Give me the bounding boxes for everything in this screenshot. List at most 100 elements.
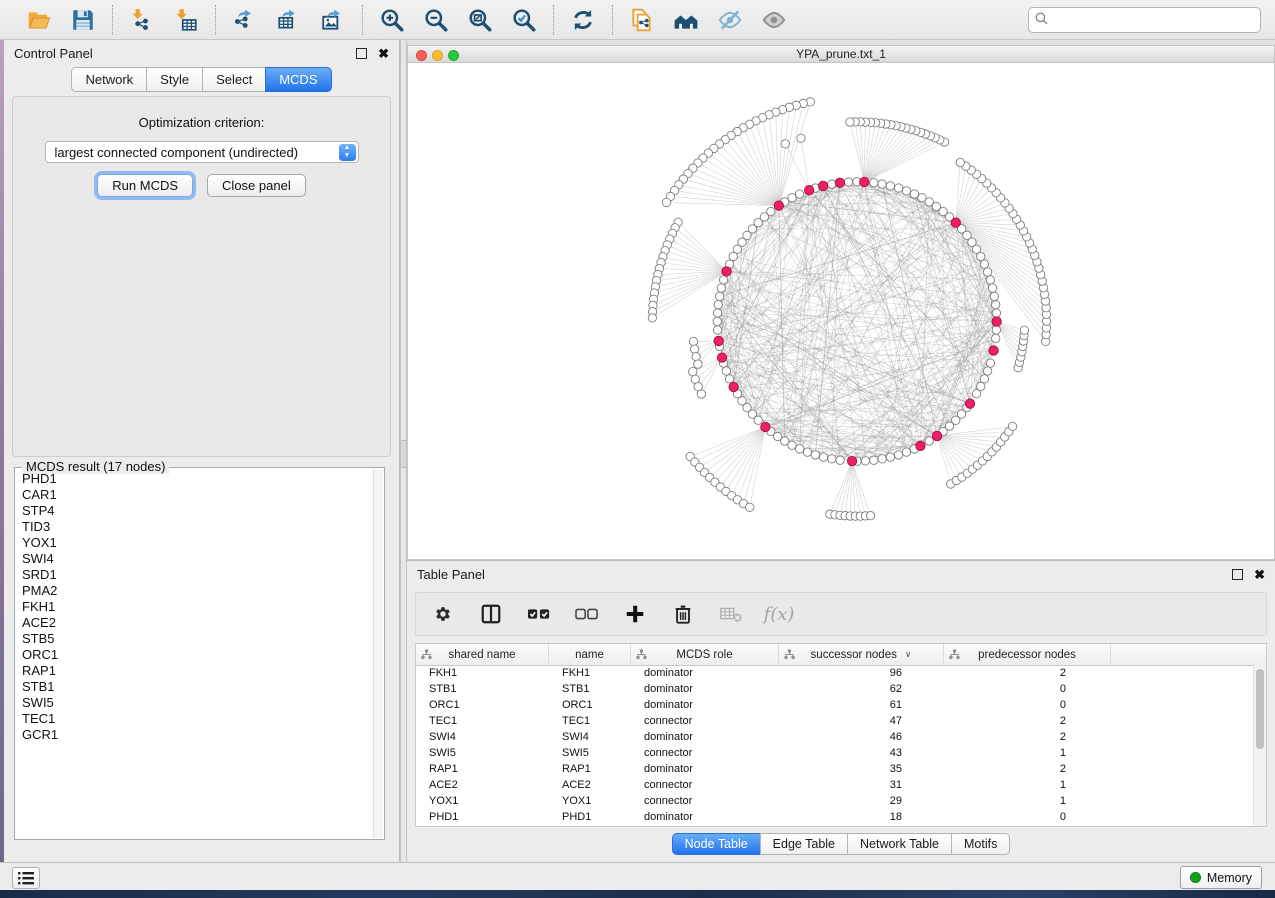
- import-table-icon[interactable]: [172, 6, 200, 34]
- graph-node[interactable]: [910, 190, 918, 198]
- graph-node[interactable]: [861, 457, 869, 465]
- graph-node[interactable]: [986, 276, 994, 284]
- export-image-icon[interactable]: [319, 6, 347, 34]
- graph-node[interactable]: [983, 268, 991, 276]
- graph-node[interactable]: [715, 292, 723, 300]
- table-cell[interactable]: 2: [944, 763, 1111, 775]
- splitter-grip[interactable]: [401, 440, 406, 468]
- graph-node[interactable]: [870, 179, 878, 187]
- table-cell[interactable]: PHD1: [416, 811, 549, 823]
- graph-node[interactable]: [980, 375, 988, 383]
- graph-leaf-node[interactable]: [745, 503, 753, 511]
- open-file-icon[interactable]: [25, 6, 53, 34]
- table-cell[interactable]: ORC1: [416, 699, 549, 711]
- table-cell[interactable]: SWI4: [549, 731, 631, 743]
- graph-node[interactable]: [990, 292, 998, 300]
- graph-node[interactable]: [819, 453, 827, 461]
- table-cell[interactable]: 35: [779, 763, 944, 775]
- export-network-icon[interactable]: [231, 6, 259, 34]
- show-all-icon[interactable]: [760, 6, 788, 34]
- table-row[interactable]: SWI4SWI4dominator462: [416, 729, 1254, 745]
- table-cell[interactable]: RAP1: [416, 763, 549, 775]
- column-header-MCDS-role[interactable]: MCDS role: [631, 644, 779, 665]
- tab-edge-table[interactable]: Edge Table: [760, 833, 847, 855]
- mcds-hub-node[interactable]: [992, 317, 1001, 326]
- import-network-icon[interactable]: [128, 6, 156, 34]
- mcds-hub-node[interactable]: [932, 431, 941, 440]
- graph-node[interactable]: [722, 367, 730, 375]
- graph-node[interactable]: [925, 437, 933, 445]
- mcds-result-item[interactable]: SWI4: [22, 551, 373, 567]
- graph-node[interactable]: [795, 190, 803, 198]
- table-cell[interactable]: TEC1: [416, 715, 549, 727]
- close-panel-button[interactable]: Close panel: [207, 174, 306, 197]
- mcds-result-item[interactable]: SWI5: [22, 695, 373, 711]
- table-cell[interactable]: PHD1: [549, 811, 631, 823]
- zoom-in-icon[interactable]: [378, 6, 406, 34]
- table-cell[interactable]: YOX1: [549, 795, 631, 807]
- graph-node[interactable]: [918, 194, 926, 202]
- table-row[interactable]: ORC1ORC1dominator610: [416, 697, 1254, 713]
- table-cell[interactable]: 18: [779, 811, 944, 823]
- close-icon[interactable]: ✖: [378, 47, 389, 60]
- graph-leaf-node[interactable]: [797, 134, 805, 142]
- table-row[interactable]: TEC1TEC1connector472: [416, 713, 1254, 729]
- mcds-result-item[interactable]: YOX1: [22, 535, 373, 551]
- close-window-icon[interactable]: [416, 50, 427, 61]
- graph-node[interactable]: [983, 367, 991, 375]
- network-canvas[interactable]: [407, 63, 1275, 560]
- column-header-name[interactable]: name: [549, 644, 631, 665]
- graph-node[interactable]: [878, 455, 886, 463]
- table-cell[interactable]: 46: [779, 731, 944, 743]
- save-session-icon[interactable]: [69, 6, 97, 34]
- settings-icon[interactable]: [430, 601, 456, 627]
- graph-leaf-node[interactable]: [692, 352, 700, 360]
- table-cell[interactable]: SWI5: [416, 747, 549, 759]
- mcds-hub-node[interactable]: [774, 201, 783, 210]
- graph-node[interactable]: [991, 334, 999, 342]
- table-cell[interactable]: 62: [779, 683, 944, 695]
- table-cell[interactable]: YOX1: [416, 795, 549, 807]
- table-scrollbar-thumb[interactable]: [1256, 669, 1264, 749]
- graph-node[interactable]: [991, 300, 999, 308]
- optimization-criterion-select[interactable]: largest connected component (undirected)…: [45, 141, 359, 163]
- add-row-icon[interactable]: [622, 601, 648, 627]
- mcds-result-item[interactable]: TID3: [22, 519, 373, 535]
- column-header-shared-name[interactable]: shared name: [416, 644, 549, 665]
- graph-node[interactable]: [795, 445, 803, 453]
- graph-node[interactable]: [713, 309, 721, 317]
- table-row[interactable]: PHD1PHD1dominator180: [416, 809, 1254, 825]
- panel-splitter[interactable]: [400, 40, 407, 862]
- table-row[interactable]: RAP1RAP1dominator352: [416, 761, 1254, 777]
- mcds-hub-node[interactable]: [847, 456, 856, 465]
- table-cell[interactable]: 2: [944, 715, 1111, 727]
- mcds-hub-node[interactable]: [722, 267, 731, 276]
- graph-node[interactable]: [902, 187, 910, 195]
- graph-node[interactable]: [828, 180, 836, 188]
- table-cell[interactable]: 0: [944, 683, 1111, 695]
- graph-node[interactable]: [717, 284, 725, 292]
- table-cell[interactable]: ORC1: [549, 699, 631, 711]
- table-cell[interactable]: 0: [944, 811, 1111, 823]
- graph-leaf-node[interactable]: [697, 390, 705, 398]
- mcds-hub-node[interactable]: [965, 399, 974, 408]
- panel-list-button[interactable]: [12, 867, 40, 889]
- mcds-hub-node[interactable]: [717, 353, 726, 362]
- table-cell[interactable]: 2: [944, 667, 1111, 679]
- mcds-hub-node[interactable]: [835, 178, 844, 187]
- table-cell[interactable]: dominator: [631, 731, 779, 743]
- graph-leaf-node[interactable]: [662, 198, 670, 206]
- mcds-result-item[interactable]: FKH1: [22, 599, 373, 615]
- search-input[interactable]: [1028, 7, 1261, 33]
- zoom-window-icon[interactable]: [448, 50, 459, 61]
- mcds-result-item[interactable]: CAR1: [22, 487, 373, 503]
- tab-motifs[interactable]: Motifs: [951, 833, 1010, 855]
- mcds-hub-node[interactable]: [818, 181, 827, 190]
- table-cell[interactable]: 31: [779, 779, 944, 791]
- mcds-result-item[interactable]: STP4: [22, 503, 373, 519]
- table-scrollbar[interactable]: [1253, 665, 1266, 826]
- graph-node[interactable]: [714, 300, 722, 308]
- mcds-result-item[interactable]: SRD1: [22, 567, 373, 583]
- table-cell[interactable]: dominator: [631, 811, 779, 823]
- graph-node[interactable]: [729, 252, 737, 260]
